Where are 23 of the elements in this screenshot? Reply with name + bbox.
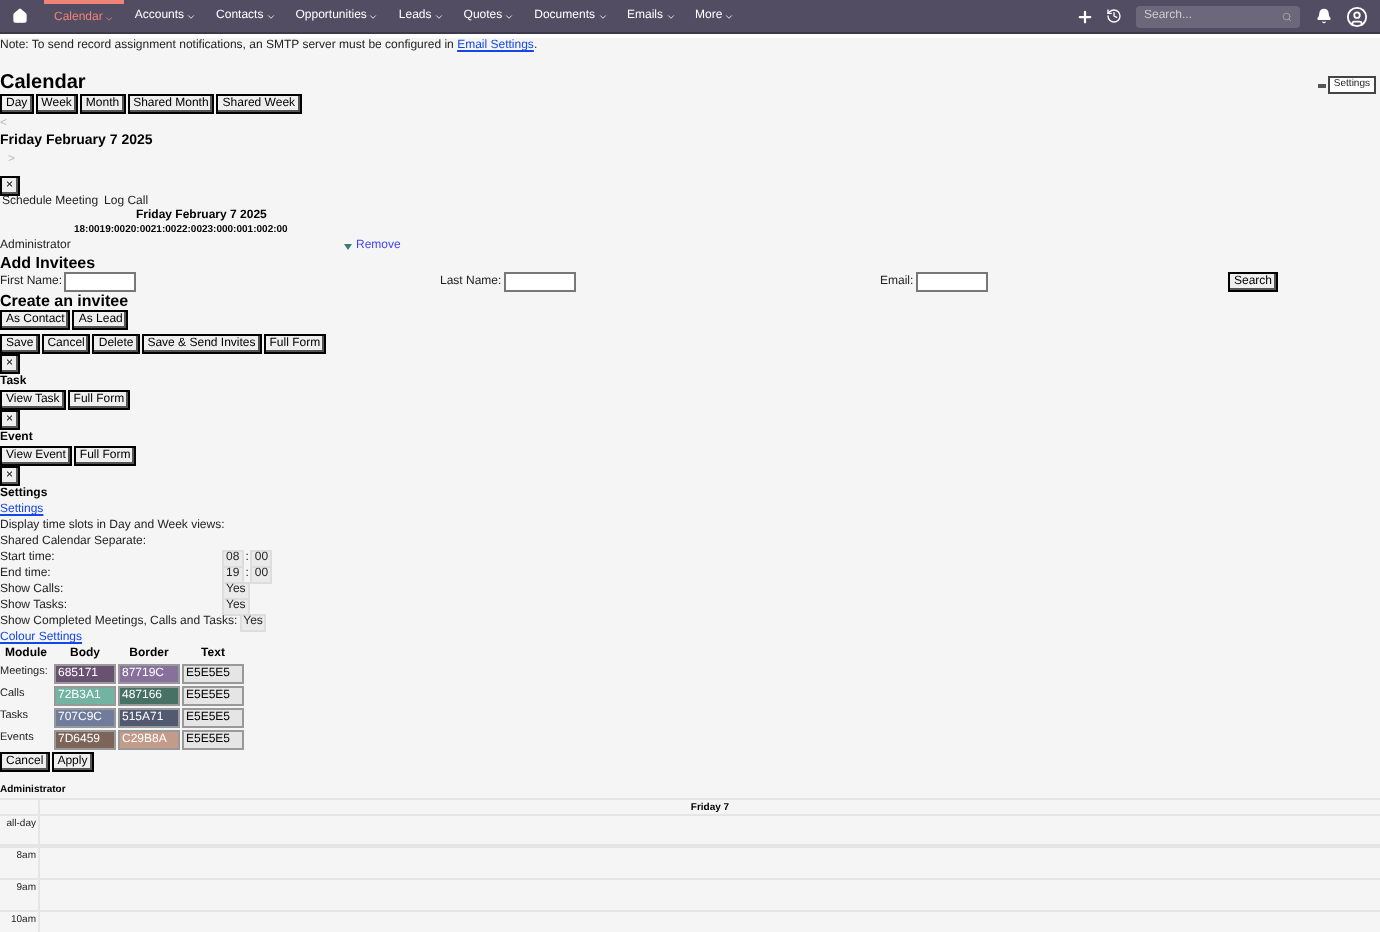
- section-heading: Add Invitees: [0, 254, 98, 272]
- caret-icon: [265, 11, 276, 21]
- caret-icon: [504, 11, 515, 21]
- input-field[interactable]: [64, 272, 137, 292]
- section-heading: Create an invitee: [0, 292, 131, 310]
- caret-icon: [597, 11, 607, 21]
- triangle-icon: [344, 243, 352, 249]
- input-field[interactable]: [503, 272, 576, 292]
- caret-icon: [665, 11, 676, 21]
- search-icon: [1282, 11, 1292, 21]
- caret-icon: [186, 11, 197, 21]
- caret-icon: [433, 11, 444, 21]
- bell-icon[interactable]: [1316, 8, 1332, 24]
- caret-icon: [368, 11, 379, 21]
- plus-icon[interactable]: [1076, 7, 1094, 25]
- history-icon[interactable]: [1106, 8, 1122, 24]
- page-title: Calendar: [0, 72, 86, 94]
- home-icon[interactable]: [12, 8, 28, 24]
- caret-icon: [724, 11, 735, 21]
- dash-icon: [1317, 83, 1326, 87]
- user-avatar-icon[interactable]: [1346, 5, 1368, 27]
- input-field[interactable]: [915, 272, 988, 292]
- caret-icon: [104, 13, 115, 23]
